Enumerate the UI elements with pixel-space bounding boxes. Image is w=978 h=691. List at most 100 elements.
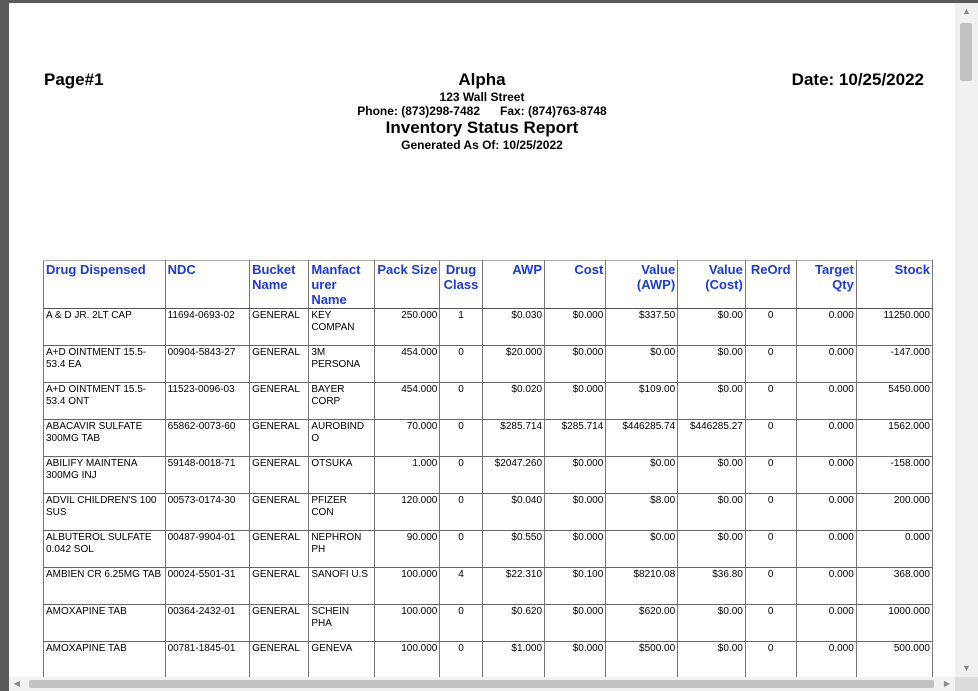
vertical-scrollbar[interactable]: ▲ ▼	[955, 3, 978, 677]
table-cell: $285.714	[544, 419, 607, 457]
scroll-up-arrow-icon[interactable]: ▲	[955, 3, 978, 20]
table-row: AMOXAPINE TAB 00781-1845-01 GENERAL GENEVA 1…	[43, 641, 934, 677]
table-cell: 0	[439, 530, 483, 568]
table-cell: 0	[744, 382, 797, 420]
table-cell: 1562.000	[855, 419, 934, 457]
vertical-scroll-thumb[interactable]	[960, 23, 972, 81]
horizontal-scrollbar[interactable]: ◀ ▶	[9, 677, 955, 691]
table-cell: $0.00	[677, 456, 746, 494]
table-cell: A & D JR. 2LT CAP	[43, 308, 166, 346]
table-cell: ALBUTEROL SULFATE 0.042 SOL	[43, 530, 166, 568]
table-cell: 100.000	[373, 641, 441, 677]
table-row: A+D OINTMENT 15.5-53.4 EA 00904-5843-27 GE…	[43, 345, 934, 383]
table-cell: $22.310	[481, 567, 546, 605]
table-cell: 0.000	[795, 419, 857, 457]
table-cell: 00904-5843-27	[164, 345, 251, 383]
column-header: Stock	[855, 260, 934, 309]
table-cell: $0.00	[677, 308, 746, 346]
column-header: Manfact urer Name	[308, 260, 375, 309]
table-cell: $0.040	[481, 493, 546, 531]
scroll-right-arrow-icon[interactable]: ▶	[939, 677, 955, 691]
table-cell: $0.020	[481, 382, 546, 420]
table-cell: $0.000	[544, 345, 607, 383]
column-header: Value (Cost)	[677, 260, 746, 309]
table-cell: -147.000	[855, 345, 934, 383]
table-cell: 4	[439, 567, 483, 605]
table-cell: $0.000	[544, 493, 607, 531]
table-cell: 11523-0096-03	[164, 382, 251, 420]
table-cell: SCHEIN PHA	[308, 604, 375, 642]
phone-number: Phone: (873)298-7482	[357, 104, 480, 118]
table-cell: 0	[439, 493, 483, 531]
table-cell: $0.000	[544, 382, 607, 420]
table-cell: ABACAVIR SULFATE 300MG TAB	[43, 419, 166, 457]
table-cell: $0.000	[544, 604, 607, 642]
table-cell: 0	[744, 419, 797, 457]
table-cell: 100.000	[373, 604, 441, 642]
column-header: Bucket Name	[249, 260, 310, 309]
table-row: A+D OINTMENT 15.5-53.4 ONT 11523-0096-03 G…	[43, 382, 934, 420]
table-cell: $337.50	[605, 308, 679, 346]
table-row: AMOXAPINE TAB 00364-2432-01 GENERAL SCHEIN …	[43, 604, 934, 642]
table-cell: 0.000	[795, 382, 857, 420]
table-cell: 1000.000	[855, 604, 934, 642]
scrollbar-corner	[955, 677, 978, 691]
table-cell: 120.000	[373, 493, 441, 531]
table-cell: $0.00	[677, 530, 746, 568]
table-cell: 0	[744, 641, 797, 677]
table-cell: $20.000	[481, 345, 546, 383]
table-cell: $0.00	[605, 456, 679, 494]
report-title: Inventory Status Report	[385, 118, 579, 137]
table-cell: GENERAL	[249, 641, 310, 677]
table-cell: $0.00	[677, 641, 746, 677]
table-cell: 0.000	[795, 456, 857, 494]
table-cell: GENERAL	[249, 345, 310, 383]
table-cell: 0	[744, 604, 797, 642]
table-cell: $446285.74	[605, 419, 679, 457]
table-cell: 0	[744, 456, 797, 494]
column-header: Pack Size	[373, 260, 441, 309]
table-cell: $0.00	[677, 604, 746, 642]
table-cell: $0.00	[605, 530, 679, 568]
table-cell: $285.714	[481, 419, 546, 457]
table-cell: 500.000	[855, 641, 934, 677]
table-cell: 0	[439, 419, 483, 457]
report-header: Alpha 123 Wall Street Phone: (873)298-74…	[9, 70, 955, 152]
table-cell: 5450.000	[855, 382, 934, 420]
table-cell: $0.00	[605, 345, 679, 383]
table-cell: A+D OINTMENT 15.5-53.4 ONT	[43, 382, 166, 420]
table-cell: $0.550	[481, 530, 546, 568]
table-cell: 0	[439, 456, 483, 494]
table-cell: 70.000	[373, 419, 441, 457]
table-cell: 3M PERSONA	[308, 345, 375, 383]
column-header: AWP	[481, 260, 546, 309]
column-header: Drug Class	[439, 260, 483, 309]
table-cell: 0.000	[795, 493, 857, 531]
contact-line: Phone: (873)298-7482 Fax: (874)763-8748	[9, 104, 955, 118]
column-header: NDC	[164, 260, 251, 309]
table-cell: 200.000	[855, 493, 934, 531]
table-cell: 454.000	[373, 345, 441, 383]
table-cell: 11250.000	[855, 308, 934, 346]
table-cell: 0	[439, 345, 483, 383]
table-cell: GENERAL	[249, 308, 310, 346]
table-cell: OTSUKA	[308, 456, 375, 494]
table-cell: 0	[439, 641, 483, 677]
table-cell: $36.80	[677, 567, 746, 605]
horizontal-scroll-thumb[interactable]	[29, 680, 934, 688]
scroll-down-arrow-icon[interactable]: ▼	[955, 660, 978, 677]
table-cell: 00573-0174-30	[164, 493, 251, 531]
table-cell: 00487-9904-01	[164, 530, 251, 568]
table-cell: $1.000	[481, 641, 546, 677]
company-address: 123 Wall Street	[439, 90, 525, 104]
table-cell: 454.000	[373, 382, 441, 420]
table-body: A & D JR. 2LT CAP 11694-0693-02 GENERAL KEY…	[43, 308, 934, 677]
table-row: A & D JR. 2LT CAP 11694-0693-02 GENERAL KEY…	[43, 308, 934, 346]
column-header: ReOrd	[744, 260, 797, 309]
scroll-left-arrow-icon[interactable]: ◀	[9, 677, 25, 691]
table-cell: 0	[744, 345, 797, 383]
table-cell: $0.620	[481, 604, 546, 642]
table-cell: 0	[744, 530, 797, 568]
table-row: ADVIL CHILDREN'S 100 SUS 00573-0174-30 GEN…	[43, 493, 934, 531]
table-cell: A+D OINTMENT 15.5-53.4 EA	[43, 345, 166, 383]
